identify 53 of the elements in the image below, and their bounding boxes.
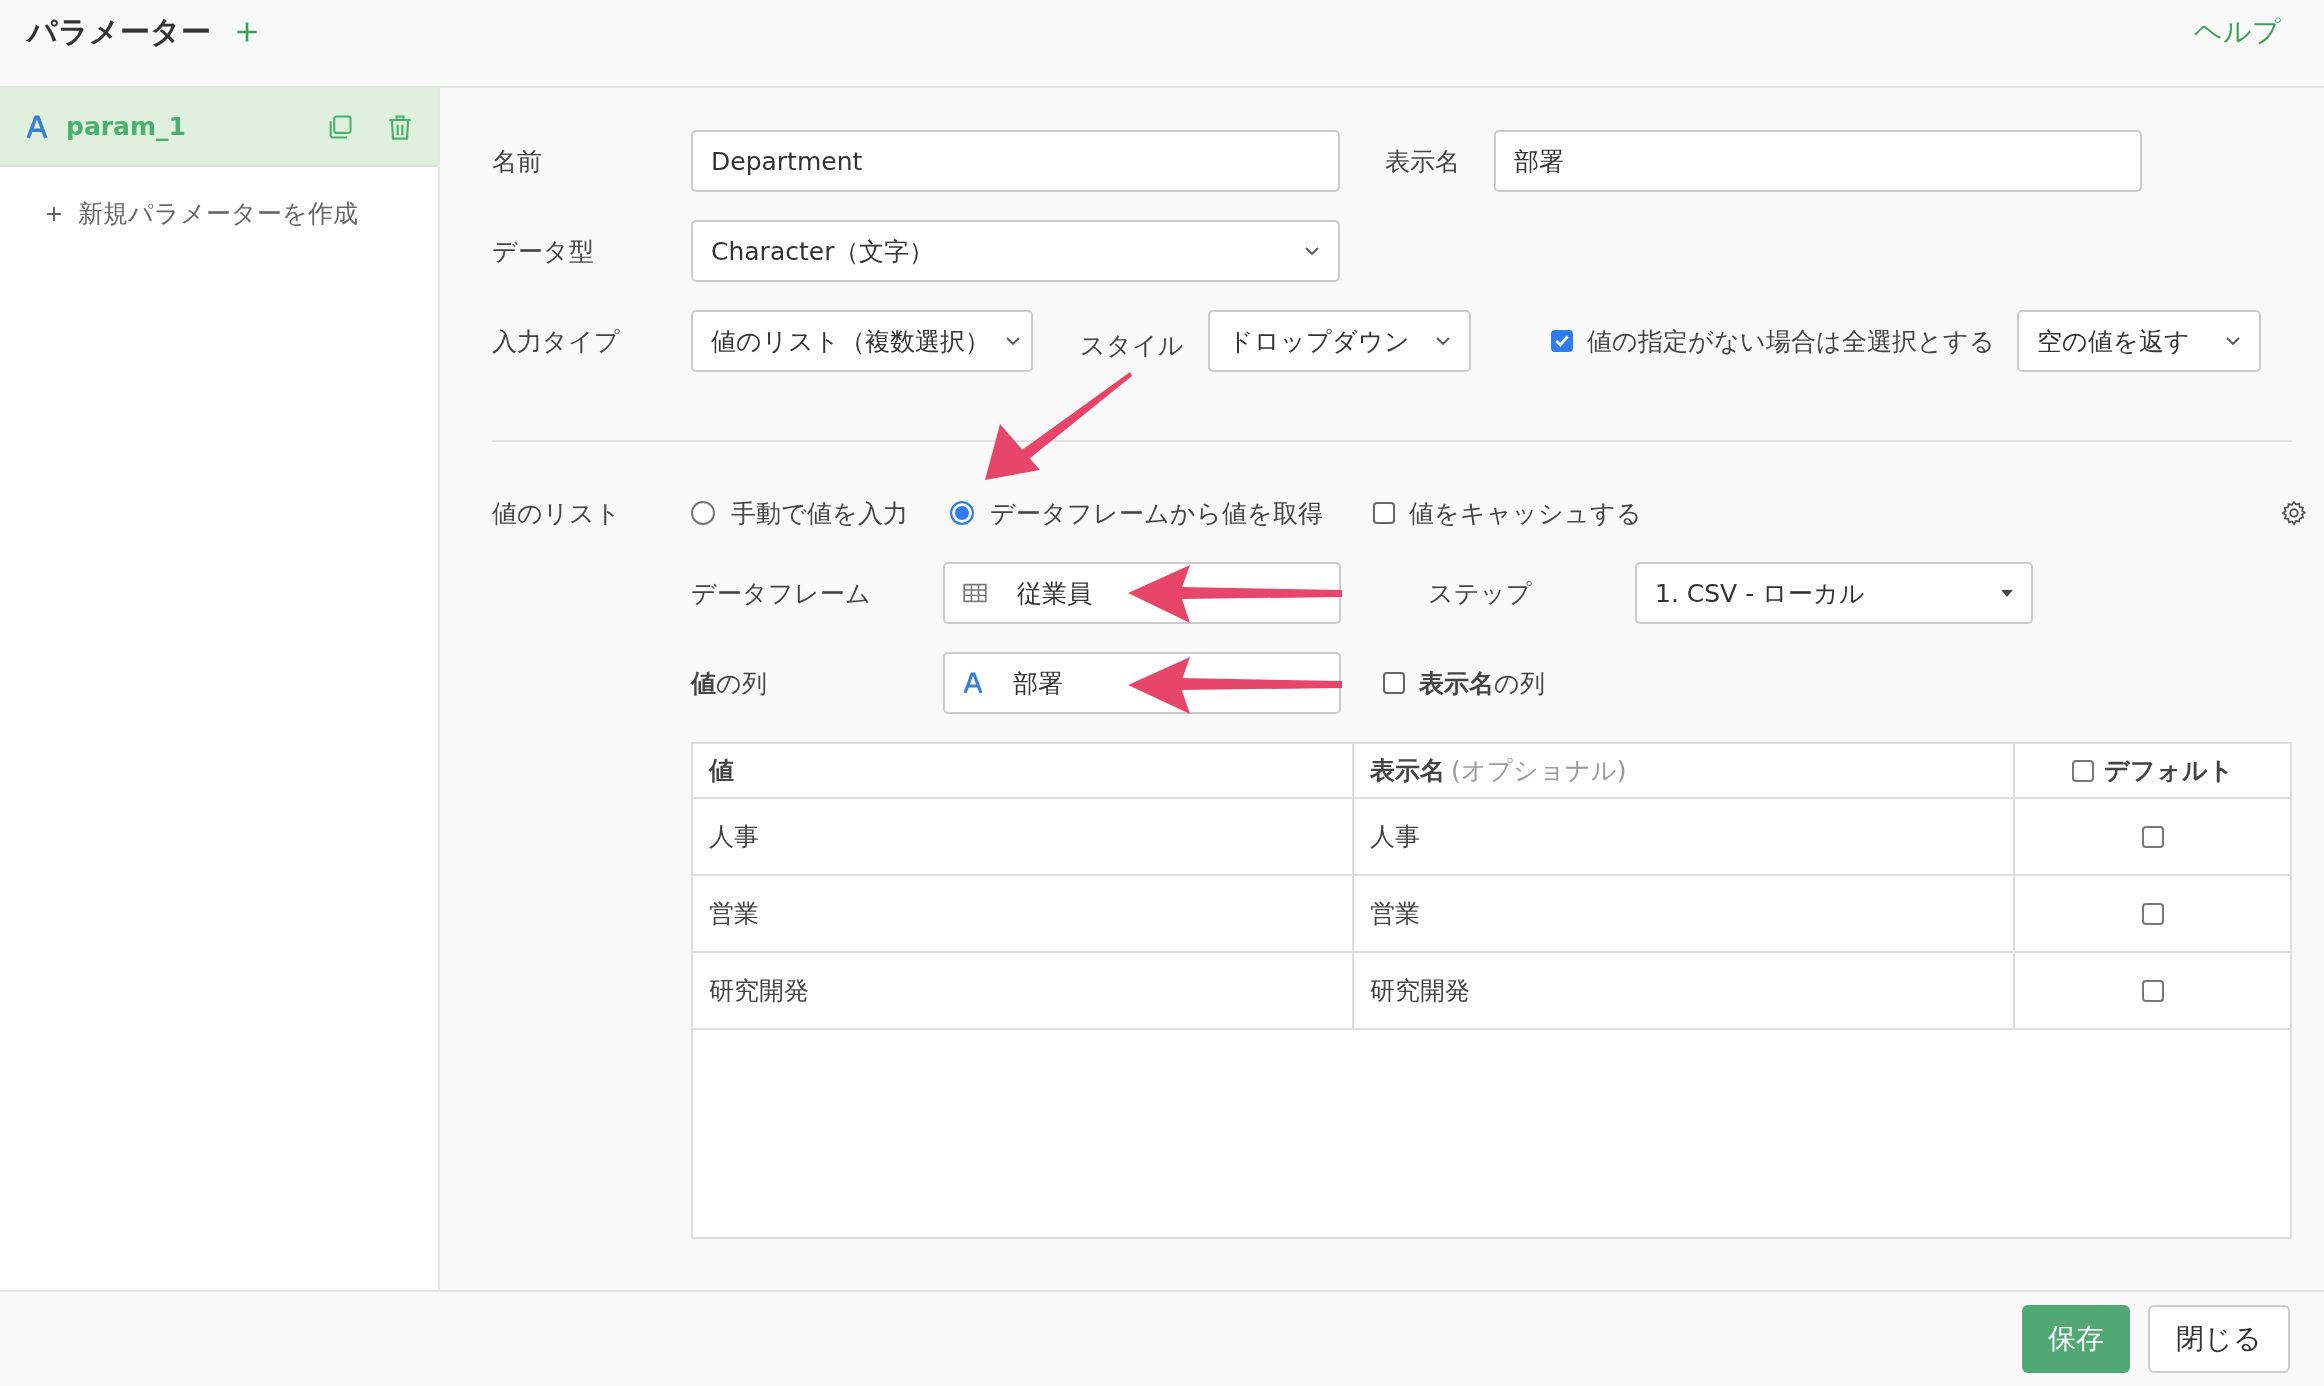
chevron-icon: [2225, 336, 2241, 346]
chevron-icon: [1435, 336, 1451, 346]
column-header: デフォルト: [2103, 755, 2234, 787]
column-header: 表示名: [1370, 755, 1445, 787]
checkbox-label: 値の指定がない場合は全選択とする: [1587, 325, 1995, 358]
caret-icon: [2001, 589, 2013, 597]
chevron-icon: [1005, 336, 1021, 346]
checkbox-label: 値をキャッシュする: [1409, 497, 1642, 530]
dialog-title: パラメーター: [27, 12, 211, 51]
field-label: 名前: [492, 145, 543, 178]
table-cell-text: 研究開発: [1370, 975, 1470, 1007]
column-note: (オプショナル): [1451, 755, 1627, 787]
radio-label: 手動で値を入力: [731, 497, 908, 530]
display-column-checkbox[interactable]: [1383, 672, 1405, 694]
name-field[interactable]: Department: [691, 130, 1340, 192]
style-select[interactable]: ドロップダウン: [1208, 310, 1471, 372]
field-label: 値のリスト: [492, 497, 622, 530]
field-label: 入力タイプ: [492, 325, 621, 358]
table-cell-text: 人事: [1370, 821, 1420, 853]
table-cell-text: 研究開発: [709, 975, 809, 1007]
default-all-checkbox[interactable]: [2071, 759, 2094, 782]
cache-checkbox[interactable]: [1373, 502, 1395, 524]
radio-label: データフレームから値を取得: [990, 497, 1323, 530]
default-checkbox[interactable]: [2141, 979, 2164, 1002]
new-parameter-button[interactable]: 新規パラメーターを作成: [44, 197, 358, 230]
field-label: データフレーム: [691, 577, 872, 610]
field-label: データ型: [492, 235, 595, 268]
add-icon[interactable]: [235, 20, 259, 44]
table-cell-text: 営業: [709, 898, 759, 930]
table-icon: [963, 583, 987, 603]
field-label: ステップ: [1428, 577, 1533, 610]
chevron-icon: [1304, 246, 1320, 256]
step-select[interactable]: 1. CSV - ローカル: [1635, 562, 2033, 624]
input-type-select[interactable]: 値のリスト（複数選択）: [691, 310, 1033, 372]
display-name-field[interactable]: 部署: [1494, 130, 2142, 192]
source-radio[interactable]: [691, 501, 715, 525]
text-type-icon: [963, 672, 983, 694]
text-type-icon: [26, 114, 48, 139]
source-radio[interactable]: [950, 501, 974, 525]
default-checkbox[interactable]: [2141, 825, 2164, 848]
settings-icon[interactable]: [2280, 499, 2308, 527]
field-label: 値の列: [691, 667, 768, 700]
empty-value-select[interactable]: 空の値を返す: [2017, 310, 2261, 372]
default-checkbox[interactable]: [2141, 902, 2164, 925]
checkbox-label: 表示名の列: [1419, 667, 1545, 700]
column-header: 値: [709, 755, 734, 787]
select-all-checkbox[interactable]: [1551, 330, 1573, 352]
table-cell-text: 営業: [1370, 898, 1420, 930]
close-button[interactable]: 閉じる: [2148, 1305, 2290, 1373]
table-cell-text: 人事: [709, 821, 759, 853]
field-label: 表示名: [1385, 145, 1460, 178]
data-type-select[interactable]: Character（文字）: [691, 220, 1340, 282]
field-label: スタイル: [1080, 329, 1184, 362]
